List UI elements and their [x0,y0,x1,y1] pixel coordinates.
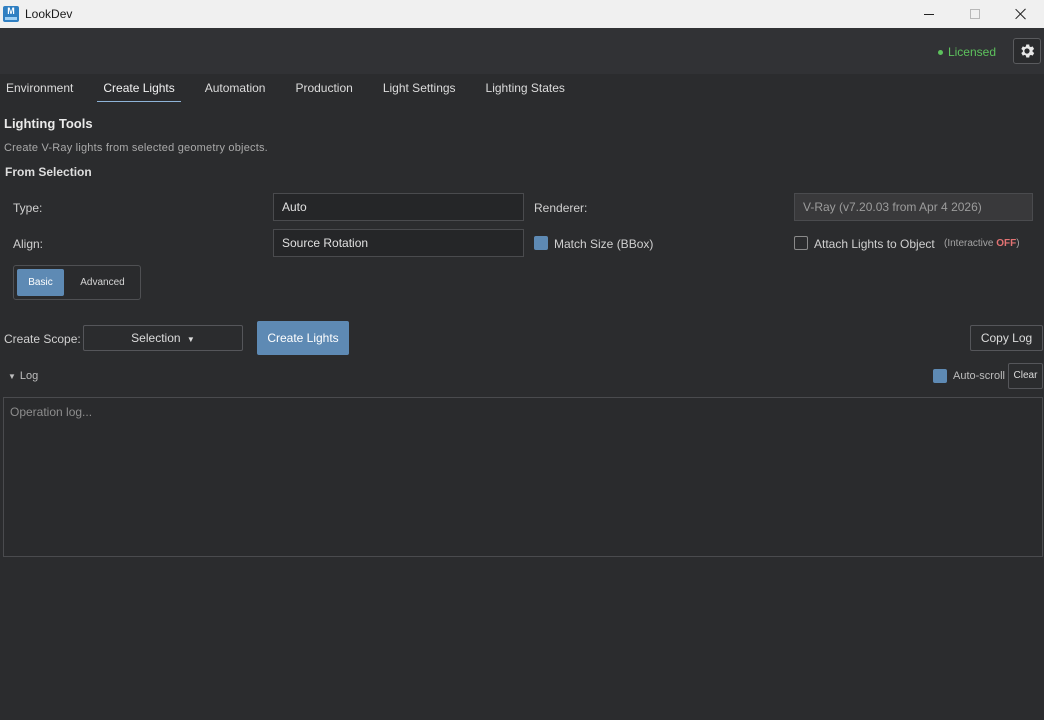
panel-description: Create V-Ray lights from selected geomet… [4,142,268,154]
create-lights-button[interactable]: Create Lights [257,321,349,355]
renderer-label: Renderer: [534,201,588,215]
advanced-mode-button[interactable]: Advanced [71,269,134,296]
triangle-down-icon: ▼ [8,371,16,381]
log-header-label: Log [19,370,39,382]
app-logo-icon: M [3,6,19,22]
tab-create-lights[interactable]: Create Lights [97,74,182,102]
copy-log-button[interactable]: Copy Log [970,325,1043,351]
settings-button[interactable] [1013,38,1041,64]
interactive-prefix: (Interactive [944,238,997,249]
match-size-label: Match Size (BBox) [554,237,654,251]
match-size-checkbox[interactable] [534,236,548,250]
maximize-button[interactable] [952,0,998,28]
align-label: Align: [13,237,44,251]
title-bar: M LookDev [0,0,1044,28]
autoscroll-label: Auto-scroll [953,370,1005,382]
create-scope-label: Create Scope: [4,332,81,346]
tab-light-settings[interactable]: Light Settings [377,74,462,102]
attach-lights-checkbox[interactable] [794,236,808,250]
tab-lighting-states[interactable]: Lighting States [480,74,571,102]
autoscroll-checkbox[interactable] [933,369,947,383]
window-controls [906,0,1044,28]
create-scope-dropdown[interactable]: Selection ▼ [83,325,243,351]
log-toggle[interactable]: ▼ Log [8,370,38,382]
maximize-icon [970,9,980,19]
license-status: Licensed [937,45,996,59]
type-dropdown[interactable]: Auto [273,193,524,221]
tab-automation[interactable]: Automation [199,74,272,102]
clear-log-button[interactable]: Clear [1008,363,1043,389]
interactive-status: (Interactive OFF) [944,238,1020,249]
gear-icon [1021,44,1035,58]
attach-lights-label: Attach Lights to Object [814,237,935,251]
panel-title: Lighting Tools [4,116,93,131]
type-label: Type: [13,201,43,215]
header-bar: Licensed [0,28,1044,74]
mode-toggle: Basic Advanced [13,265,141,300]
basic-mode-button[interactable]: Basic [17,269,64,296]
align-dropdown[interactable]: Source Rotation [273,229,524,257]
tab-bar: Environment Create Lights Automation Pro… [0,74,589,102]
minimize-button[interactable] [906,0,952,28]
close-button[interactable] [998,0,1044,28]
group-title: From Selection [5,165,92,179]
caret-down-icon: ▼ [186,335,195,344]
status-dot-icon [937,49,943,55]
renderer-field: V-Ray (v7.20.03 from Apr 4 2026) [794,193,1033,221]
interactive-suffix: ) [1016,238,1020,249]
tab-production[interactable]: Production [289,74,358,102]
interactive-state: OFF [996,238,1017,249]
window-title: LookDev [25,7,73,21]
license-status-label: Licensed [947,45,996,59]
minimize-icon [924,13,934,15]
operation-log[interactable]: Operation log... [3,397,1043,557]
create-scope-value: Selection [131,331,181,345]
close-icon [1015,8,1027,20]
tab-environment[interactable]: Environment [0,74,79,102]
